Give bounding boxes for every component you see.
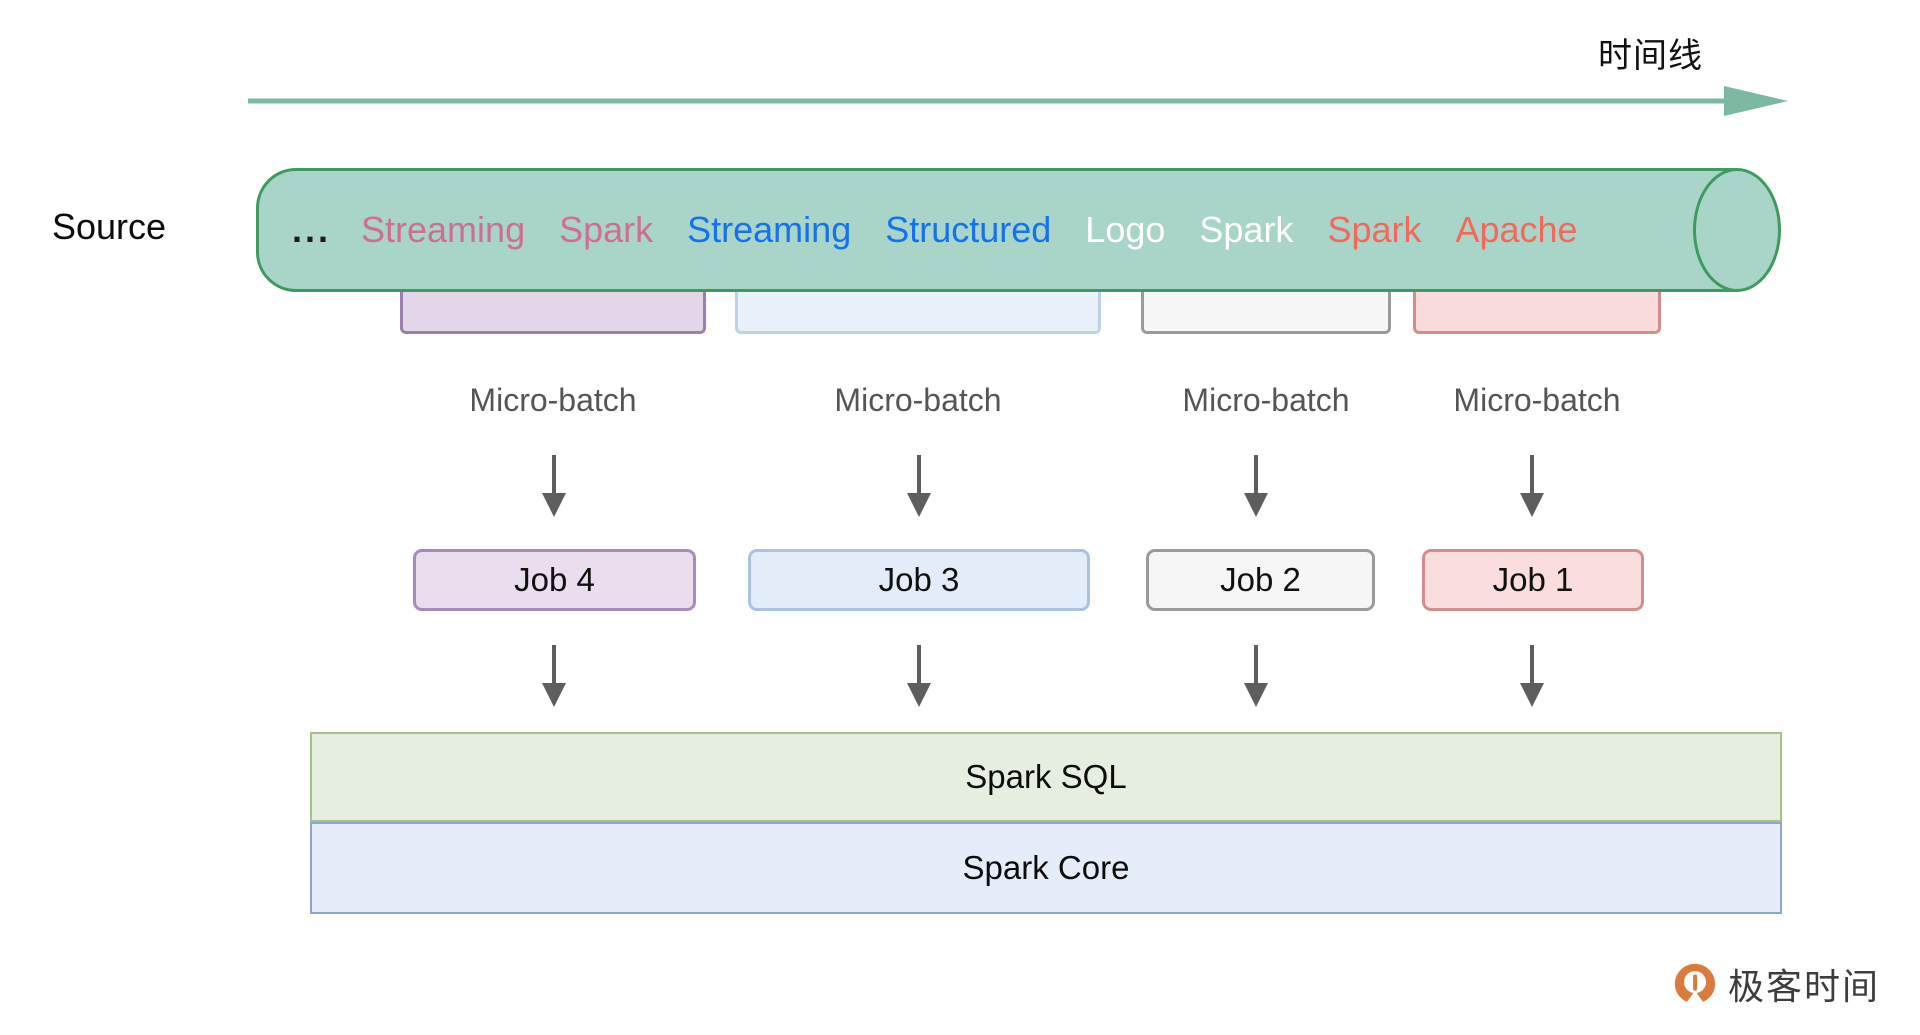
watermark: 极客时间 <box>1672 958 1880 1010</box>
stream-token-1: Streaming <box>361 209 525 251</box>
micro-batch-bar-3 <box>735 288 1101 334</box>
watermark-text: 极客时间 <box>1728 958 1880 1010</box>
micro-batch-label-4: Micro-batch <box>400 382 706 419</box>
arrow-down-to-spark-sql-1 <box>1519 645 1545 707</box>
micro-batch-label-2: Micro-batch <box>1141 382 1391 419</box>
spark-sql-layer: Spark SQL <box>310 732 1782 822</box>
spark-core-layer: Spark Core <box>310 822 1782 914</box>
arrow-down-to-job-3 <box>906 455 932 517</box>
diagram-canvas: 时间线 Source ... Streaming Spark Streaming… <box>0 0 1920 1035</box>
source-stream-cylinder: ... Streaming Spark Streaming Structured… <box>256 168 1786 292</box>
job-box-3[interactable]: Job 3 <box>748 549 1090 611</box>
stream-token-2: Spark <box>559 209 653 251</box>
cylinder-end-cap <box>1693 168 1781 292</box>
job-box-4[interactable]: Job 4 <box>413 549 696 611</box>
timeline-arrow-icon <box>248 84 1788 118</box>
geektime-logo-icon <box>1672 961 1718 1007</box>
arrow-down-to-job-1 <box>1519 455 1545 517</box>
micro-batch-label-1: Micro-batch <box>1413 382 1661 419</box>
arrow-down-to-spark-sql-2 <box>1243 645 1269 707</box>
stream-token-7: Spark <box>1327 209 1421 251</box>
micro-batch-bar-1 <box>1413 288 1661 334</box>
arrow-down-to-spark-sql-4 <box>541 645 567 707</box>
stream-token-6: Spark <box>1199 209 1293 251</box>
stream-token-3: Streaming <box>687 209 851 251</box>
micro-batch-bar-2 <box>1141 288 1391 334</box>
stream-token-8: Apache <box>1455 209 1577 251</box>
micro-batch-label-3: Micro-batch <box>735 382 1101 419</box>
source-label: Source <box>52 206 166 248</box>
stream-token-ellipsis: ... <box>292 209 331 251</box>
job-box-2[interactable]: Job 2 <box>1146 549 1375 611</box>
job-box-1[interactable]: Job 1 <box>1422 549 1644 611</box>
cylinder-token-list: ... Streaming Spark Streaming Structured… <box>256 168 1702 292</box>
timeline-label: 时间线 <box>1598 28 1703 77</box>
arrow-down-to-job-2 <box>1243 455 1269 517</box>
stream-token-4: Structured <box>885 209 1051 251</box>
arrow-down-to-job-4 <box>541 455 567 517</box>
stream-token-5: Logo <box>1085 209 1165 251</box>
arrow-down-to-spark-sql-3 <box>906 645 932 707</box>
micro-batch-bar-4 <box>400 288 706 334</box>
